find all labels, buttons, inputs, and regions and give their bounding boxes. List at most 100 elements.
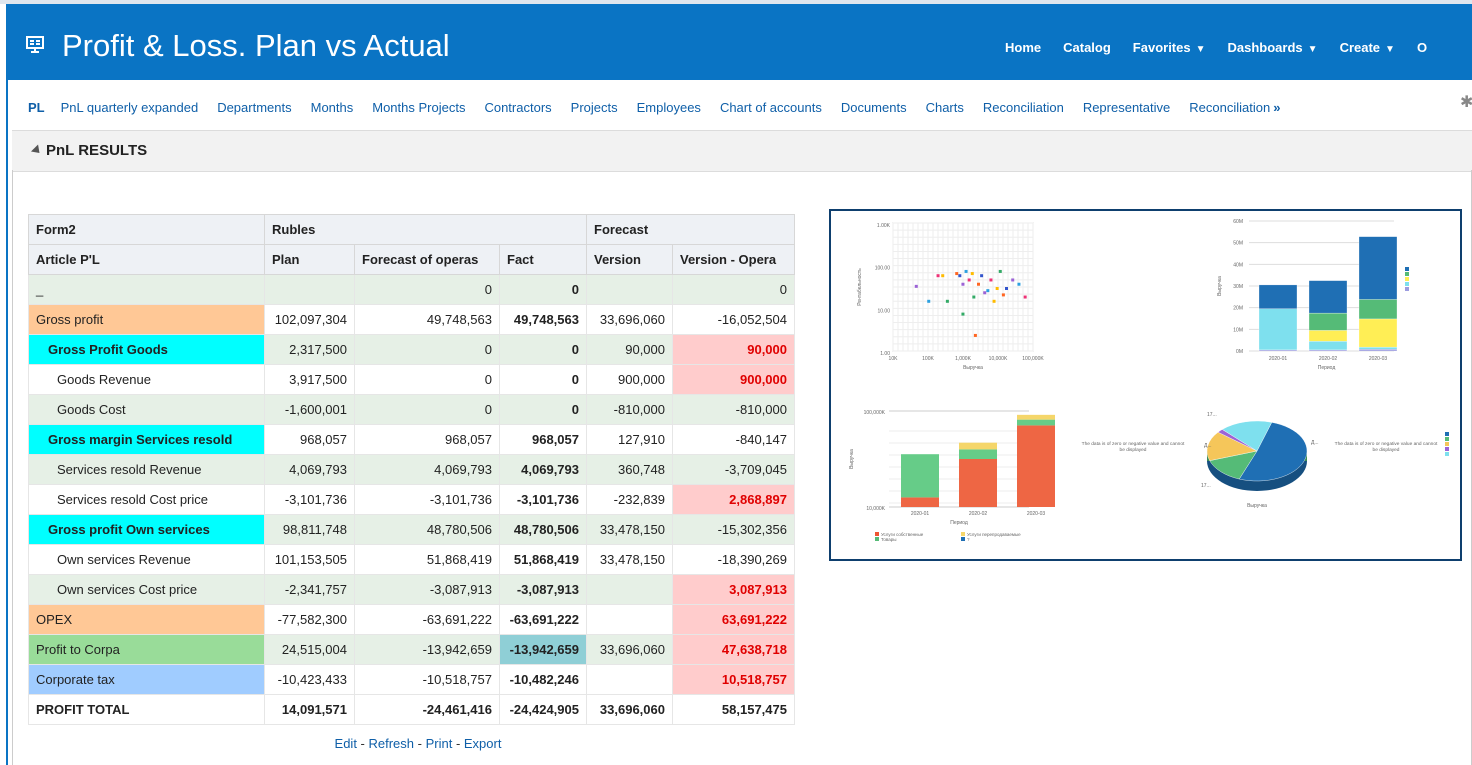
nav-item[interactable]: O [1417, 38, 1427, 58]
bar-segment [1258, 349, 1298, 352]
column-header[interactable]: Fact [499, 244, 587, 275]
nav-item-label: Favorites [1132, 40, 1191, 55]
row-label[interactable]: Gross profit Own services [28, 514, 265, 545]
row-label[interactable]: Profit to Corpa [28, 634, 265, 665]
export-link[interactable]: Export [464, 736, 502, 751]
tab-item[interactable]: Months Projects [372, 97, 465, 119]
section-header[interactable]: PnL RESULTS [12, 130, 1472, 172]
nav-item[interactable]: Create ▼ [1340, 38, 1395, 60]
row-label[interactable]: Goods Revenue [28, 364, 265, 395]
row-label[interactable]: Own services Revenue [28, 544, 265, 575]
row-label[interactable]: Gross margin Services resold [28, 424, 265, 455]
pie-note-line: be displayed [1373, 447, 1400, 453]
scatter-point [958, 274, 962, 278]
nav-item[interactable]: Favorites ▼ [1133, 38, 1206, 60]
tab-item[interactable]: Representative [1083, 97, 1170, 119]
bar-y-tick: 50M [1233, 241, 1243, 247]
tab-item[interactable]: Employees [637, 97, 701, 119]
tab-item[interactable]: PL [28, 97, 45, 119]
tabs-more-icon[interactable]: » [1273, 100, 1280, 115]
table-row: OPEX -77,582,300 -63,691,222 -63,691,222 63,… [28, 604, 795, 635]
row-label[interactable]: Gross Profit Goods [28, 334, 265, 365]
column-header[interactable]: Version - Opera [672, 244, 795, 275]
row-label[interactable]: Own services Cost price [28, 574, 265, 605]
column-header[interactable]: Plan [264, 244, 355, 275]
cell-plan: -3,101,736 [264, 484, 355, 515]
cell-fact: 0 [499, 364, 587, 395]
tab-item[interactable]: Chart of accounts [720, 97, 822, 119]
cell-plan: 968,057 [264, 424, 355, 455]
row-label[interactable]: PROFIT TOTAL [28, 694, 265, 725]
table-row: Corporate tax -10,423,433 -10,518,757 -10,4… [28, 664, 795, 695]
small-bar-segment [959, 459, 997, 507]
scatter-point [936, 274, 940, 278]
scatter-point [970, 272, 974, 276]
scatter-point [980, 274, 984, 278]
edit-link[interactable]: Edit [335, 736, 357, 751]
global-nav: Home Catalog Favorites ▼ Dashboards ▼ Create ▼ O [1005, 38, 1449, 58]
cell-fact: 0 [499, 334, 587, 365]
tab-item[interactable]: Months [311, 97, 354, 119]
table-header-row: Form2 Rubles Forecast [28, 214, 795, 245]
nav-item[interactable]: Dashboards ▼ [1228, 38, 1318, 60]
row-label[interactable]: _ [28, 274, 265, 305]
bar-segment [1308, 312, 1348, 331]
scatter-y-label: Рентабельность [857, 268, 863, 306]
cell-vmo: -840,147 [672, 424, 795, 455]
refresh-link[interactable]: Refresh [369, 736, 415, 751]
row-label[interactable]: Corporate tax [28, 664, 265, 695]
cell-plan: 4,069,793 [264, 454, 355, 485]
cell-plan: -10,423,433 [264, 664, 355, 695]
cell-vmo: 2,868,897 [672, 484, 795, 515]
small-bar-y-tick: 100,000K [864, 410, 886, 416]
tab-item[interactable]: Reconciliation [983, 97, 1064, 119]
nav-item[interactable]: Catalog [1063, 38, 1111, 58]
nav-item[interactable]: Home [1005, 38, 1041, 58]
tab-item[interactable]: Projects [571, 97, 618, 119]
cell-plan: 101,153,505 [264, 544, 355, 575]
cell-plan: 3,917,500 [264, 364, 355, 395]
pie-label: Д... [1311, 440, 1319, 446]
pie-label: Д... [1204, 443, 1212, 449]
cell-vmo: -15,302,356 [672, 514, 795, 545]
scatter-point [967, 278, 971, 282]
print-link[interactable]: Print [426, 736, 453, 751]
cell-fact: 4,069,793 [499, 454, 587, 485]
bar-legend-swatch [1405, 277, 1409, 281]
column-header[interactable]: Forecast of operas [354, 244, 500, 275]
tab-item[interactable]: Contractors [484, 97, 551, 119]
cell-fop: 0 [354, 274, 500, 305]
collapse-icon[interactable] [30, 144, 44, 157]
tab-item[interactable]: Departments [217, 97, 291, 119]
pie-note-line: The data is of zero or negative value an… [1082, 441, 1185, 447]
row-label[interactable]: Services resold Cost price [28, 484, 265, 515]
scatter-point [927, 299, 931, 303]
bar-segment [1358, 346, 1398, 350]
bar-segment [1358, 349, 1398, 352]
chevron-down-icon: ▼ [1385, 44, 1395, 55]
pie-note: The data is of zero or negative value an… [1082, 441, 1185, 453]
row-label[interactable]: OPEX [28, 604, 265, 635]
nav-item-label: Create [1339, 40, 1381, 55]
small-bar-segment [901, 454, 939, 498]
cell-fop: 968,057 [354, 424, 500, 455]
cell-ver [586, 574, 673, 605]
cell-plan [264, 274, 355, 305]
scatter-x-tick: 10,000K [989, 356, 1008, 362]
scatter-point [961, 312, 965, 316]
column-header[interactable]: Version [586, 244, 673, 275]
cell-vmo: 900,000 [672, 364, 795, 395]
tab-item[interactable]: Reconciliation [1189, 97, 1270, 119]
table-row: Gross profit 102,097,304 49,748,563 49,748,… [28, 304, 795, 335]
row-label[interactable]: Goods Cost [28, 394, 265, 425]
row-label[interactable]: Services resold Revenue [28, 454, 265, 485]
gear-icon[interactable]: ✱ [1460, 95, 1472, 111]
column-header[interactable]: Article P'L [28, 244, 265, 275]
tab-item[interactable]: Charts [926, 97, 964, 119]
bar-legend-swatch [1405, 267, 1409, 271]
cell-plan: 24,515,004 [264, 634, 355, 665]
row-label[interactable]: Gross profit [28, 304, 265, 335]
small-bar-segment [901, 497, 939, 507]
tab-item[interactable]: PnL quarterly expanded [61, 97, 199, 119]
tab-item[interactable]: Documents [841, 97, 907, 119]
